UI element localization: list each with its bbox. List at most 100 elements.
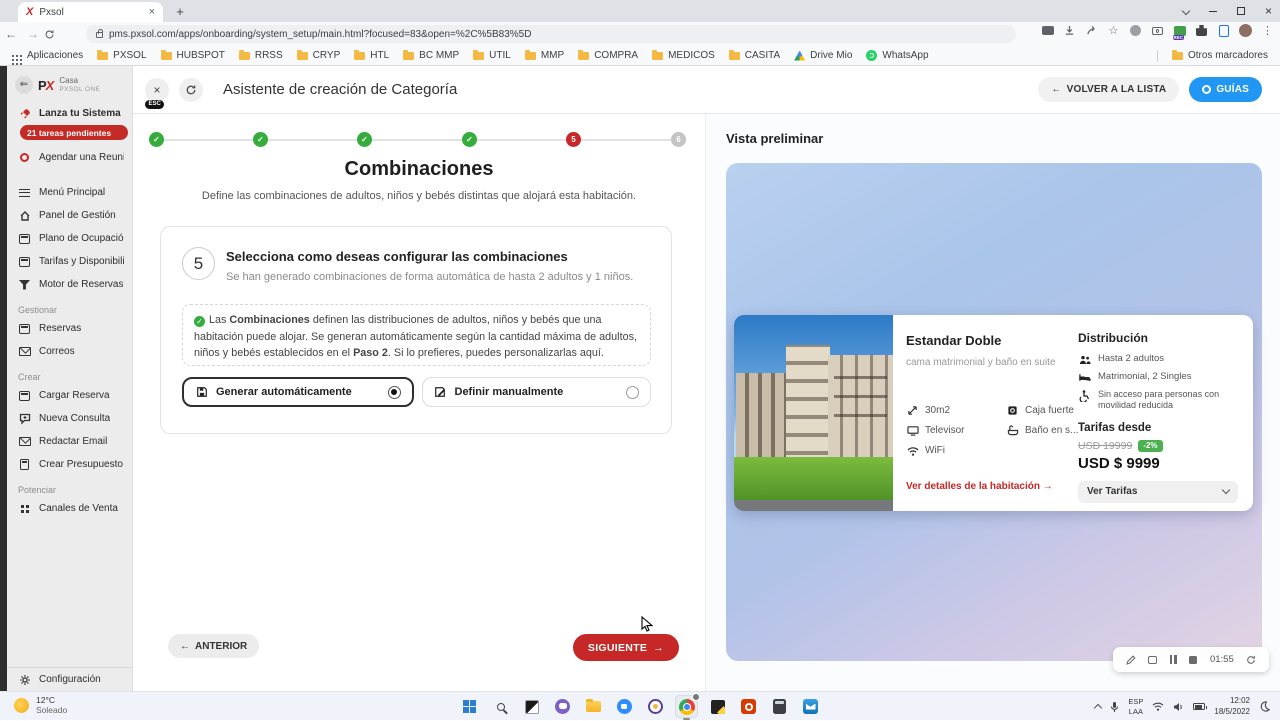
bookmark-folder-cryp[interactable]: CRYP (297, 50, 341, 61)
notepad-app-icon[interactable] (706, 695, 729, 718)
previous-button[interactable]: ← ANTERIOR (168, 634, 259, 658)
chat-app-icon[interactable] (551, 695, 574, 718)
sidebar-item-booking-engine[interactable]: Motor de Reservas (7, 273, 132, 296)
option-generate-automatically[interactable]: Generar automáticamente (182, 377, 414, 407)
start-button[interactable] (458, 695, 481, 718)
reload-button[interactable] (44, 29, 66, 40)
bookmark-folder-hubspot[interactable]: HUBSPOT (161, 50, 225, 61)
bookmark-folder-mmp[interactable]: MMP (525, 50, 564, 61)
bookmark-folder-bcmmp[interactable]: BC MMP (403, 50, 459, 61)
rec-extension-icon[interactable] (1173, 24, 1186, 37)
night-mode-icon[interactable] (1259, 701, 1270, 712)
widgets-icon[interactable] (520, 695, 543, 718)
mail-app-icon[interactable] (799, 695, 822, 718)
calculator-app-icon[interactable] (768, 695, 791, 718)
device-extension-icon[interactable] (1217, 24, 1230, 37)
stop-icon[interactable] (1189, 656, 1197, 664)
step-1-done[interactable]: ✓ (149, 132, 164, 147)
windows-taskbar: 12°C Soleado ESP LAA (0, 691, 1280, 720)
next-button[interactable]: SIGUIENTE → (573, 634, 679, 661)
option-define-manually[interactable]: Definir manualmente (422, 377, 652, 407)
view-rates-dropdown[interactable]: Ver Tarifas (1078, 481, 1238, 503)
password-app-icon[interactable] (644, 695, 667, 718)
step-4-done[interactable]: ✓ (462, 132, 477, 147)
back-button[interactable]: ← (0, 27, 22, 41)
office-app-icon[interactable] (737, 695, 760, 718)
pending-tasks-badge[interactable]: 21 tareas pendientes (20, 125, 128, 140)
window-maximize-button[interactable] (1237, 7, 1245, 15)
url-bar[interactable]: pms.pxsol.com/apps/onboarding/system_set… (86, 25, 1016, 43)
profile-extension-icon[interactable] (1129, 24, 1142, 37)
sidebar-item-management-panel[interactable]: Panel de Gestión (7, 204, 132, 227)
share-icon[interactable] (1085, 24, 1098, 37)
weather-widget[interactable]: 12°C Soleado (14, 695, 67, 715)
sidebar-item-occupancy-plan[interactable]: Plano de Ocupación (7, 227, 132, 250)
back-to-list-button[interactable]: ← VOLVER A LA LISTA (1038, 77, 1179, 102)
tab-search-icon[interactable] (1182, 7, 1190, 15)
bookmark-folder-htl[interactable]: HTL (354, 50, 389, 61)
clock[interactable]: 12:02 18/5/2022 (1214, 696, 1250, 717)
sidebar-item-reservations[interactable]: Reservas (7, 317, 132, 340)
forward-button[interactable]: → (22, 27, 44, 41)
sidebar-item-compose-email[interactable]: Redactar Email (7, 430, 132, 453)
browser-tab[interactable]: X Pxsol × (18, 2, 163, 22)
bookmark-whatsapp[interactable]: WhatsApp (866, 50, 928, 61)
browser-menu-icon[interactable]: ⋮ (1261, 24, 1274, 37)
bookmark-folder-util[interactable]: UTIL (473, 50, 511, 61)
bookmark-folder-pxsol[interactable]: PXSOL (97, 50, 146, 61)
battery-icon[interactable] (1193, 703, 1205, 710)
bookmark-drive[interactable]: Drive Mio (794, 50, 852, 61)
sidebar-item-create-quote[interactable]: Crear Presupuesto (7, 453, 132, 476)
sidebar-item-schedule-meeting[interactable]: Agendar una Reunión (7, 146, 132, 169)
room-details-link[interactable]: Ver detalles de la habitación → (906, 481, 1053, 492)
sidebar-item-new-inquiry[interactable]: Nueva Consulta (7, 407, 132, 430)
video-extension-icon[interactable] (1041, 24, 1054, 37)
sidebar-item-sales-channels[interactable]: Canales de Venta (7, 497, 132, 520)
sidebar-item-load-reservation[interactable]: Cargar Reserva (7, 384, 132, 407)
microphone-icon[interactable] (1110, 701, 1119, 713)
bookmark-folder-casita[interactable]: CASITA (729, 50, 780, 61)
apps-bookmark[interactable]: Aplicaciones (12, 50, 83, 61)
step-6-pending[interactable]: 6 (671, 132, 686, 147)
comment-icon[interactable] (1148, 656, 1157, 664)
close-wizard-button[interactable]: × ESC (145, 78, 169, 102)
bookmark-folder-medicos[interactable]: MEDICOS (652, 50, 715, 61)
wizard-stepper: ✓ ✓ ✓ ✓ 5 6 (133, 132, 705, 148)
tab-close-icon[interactable]: × (149, 6, 155, 18)
bookmark-folder-compra[interactable]: COMPRA (578, 50, 638, 61)
language-indicator[interactable]: ESP LAA (1128, 697, 1143, 716)
bookmark-star-icon[interactable]: ☆ (1107, 24, 1120, 37)
guides-button[interactable]: GUÍAS (1189, 77, 1262, 102)
pause-icon[interactable] (1170, 655, 1177, 664)
pencil-icon[interactable] (1126, 655, 1136, 665)
other-bookmarks[interactable]: Otros marcadores (1172, 50, 1268, 61)
step-2-done[interactable]: ✓ (253, 132, 268, 147)
tray-expand-icon[interactable] (1094, 704, 1102, 712)
search-icon[interactable] (489, 695, 512, 718)
file-explorer-icon[interactable] (582, 695, 605, 718)
extensions-puzzle-icon[interactable] (1195, 24, 1208, 37)
bookmark-folder-rrss[interactable]: RRSS (239, 50, 283, 61)
sidebar-item-settings[interactable]: Configuración (7, 668, 132, 691)
browser-avatar[interactable] (1239, 24, 1252, 37)
restart-icon[interactable] (1246, 655, 1256, 665)
step-3-done[interactable]: ✓ (357, 132, 372, 147)
download-icon[interactable] (1063, 24, 1076, 37)
refresh-wizard-button[interactable] (179, 78, 203, 102)
sidebar-item-main-menu[interactable]: Menú Principal (7, 181, 132, 204)
sidebar-collapse-button[interactable]: ⇐ (15, 76, 33, 94)
window-minimize-button[interactable] (1209, 11, 1217, 12)
screenshot-extension-icon[interactable] (1151, 24, 1164, 37)
wifi-icon[interactable] (1152, 702, 1164, 711)
zoom-app-icon[interactable] (613, 695, 636, 718)
window-close-button[interactable]: × (1265, 4, 1272, 18)
radio-unselected[interactable] (626, 386, 639, 399)
step-5-current[interactable]: 5 (566, 132, 581, 147)
sidebar-item-rates-availability[interactable]: Tarifas y Disponibilidad (7, 250, 132, 273)
sidebar-item-emails[interactable]: Correos (7, 340, 132, 363)
chrome-icon[interactable] (675, 695, 698, 718)
speaker-icon[interactable] (1173, 702, 1184, 712)
new-tab-button[interactable]: + (172, 4, 188, 20)
sidebar-item-launch[interactable]: Lanza tu Sistema (7, 102, 132, 125)
radio-selected[interactable] (388, 386, 401, 399)
